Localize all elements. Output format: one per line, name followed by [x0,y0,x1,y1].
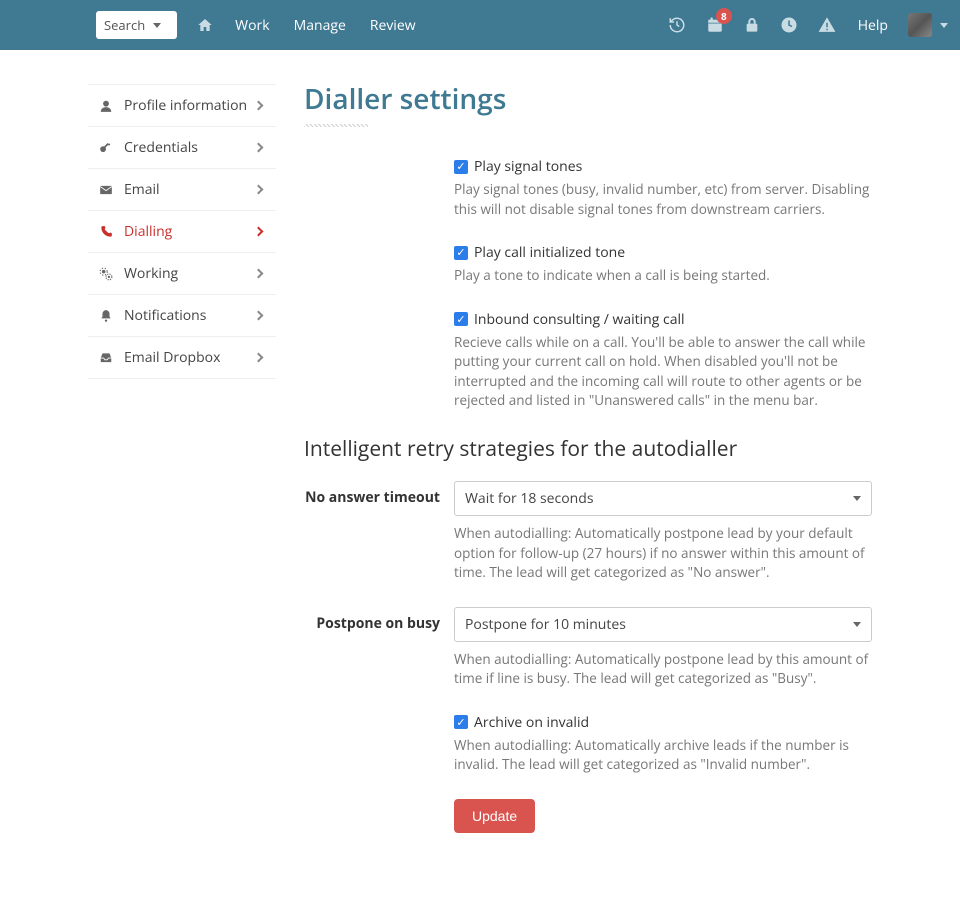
home-icon[interactable] [187,17,223,33]
chevron-right-icon [254,101,264,111]
sidebar-item-label: Email [124,180,160,199]
envelope-icon [98,183,114,197]
initialized-tone-label: Play call initialized tone [474,243,625,262]
caret-down-icon [153,23,161,28]
chevron-right-icon [254,269,264,279]
section-title: Intelligent retry strategies for the aut… [304,435,872,463]
title-underline [304,124,368,127]
sidebar-item-notifications[interactable]: Notifications [88,295,276,337]
gears-icon [98,267,114,281]
chevron-right-icon [254,353,264,363]
sidebar-item-dialling[interactable]: Dialling [88,211,276,253]
nav-help[interactable]: Help [846,16,900,35]
user-icon [98,99,114,113]
phone-icon [98,225,114,239]
signal-tones-label: Play signal tones [474,157,582,176]
archive-invalid-checkbox[interactable]: ✓ [454,715,468,729]
history-icon[interactable] [658,16,696,34]
sidebar-item-email[interactable]: Email [88,169,276,211]
sidebar-item-label: Profile information [124,96,247,115]
postpone-busy-help: When autodialling: Automatically postpon… [454,650,872,689]
no-answer-label: No answer timeout [304,481,454,583]
calendar-badge: 8 [716,8,732,24]
nav-work[interactable]: Work [223,16,281,35]
lock-icon[interactable] [734,16,770,34]
chevron-right-icon [254,311,264,321]
update-button[interactable]: Update [454,799,535,833]
topnav: Search Work Manage Review 8 Help [0,0,960,50]
archive-invalid-label: Archive on invalid [474,713,589,732]
sidebar-item-label: Dialling [124,222,172,241]
sidebar-item-label: Working [124,264,178,283]
bell-icon [98,309,114,323]
inbox-icon [98,351,114,365]
chevron-right-icon [254,185,264,195]
initialized-tone-checkbox[interactable]: ✓ [454,246,468,260]
chevron-right-icon [254,227,264,237]
sidebar-item-profile[interactable]: Profile information [88,84,276,127]
search-dropdown[interactable]: Search [96,11,177,39]
caret-down-icon [853,622,861,627]
key-icon [98,141,114,155]
main-content: Dialler settings ✓ Play signal tones Pla… [276,50,960,897]
sidebar-item-email-dropbox[interactable]: Email Dropbox [88,337,276,379]
postpone-busy-label: Postpone on busy [304,607,454,689]
inbound-consulting-help: Recieve calls while on a call. You'll be… [454,333,872,411]
chevron-right-icon [254,143,264,153]
topnav-right: 8 Help [658,13,948,37]
avatar-caret-icon[interactable] [940,23,948,28]
nav-review[interactable]: Review [358,16,428,35]
clock-icon[interactable] [770,16,808,34]
postpone-busy-value: Postpone for 10 minutes [465,615,626,634]
warning-icon[interactable] [808,16,846,34]
search-label: Search [104,16,145,34]
signal-tones-help: Play signal tones (busy, invalid number,… [454,180,872,219]
sidebar-item-label: Credentials [124,138,198,157]
inbound-consulting-checkbox[interactable]: ✓ [454,312,468,326]
sidebar-item-working[interactable]: Working [88,253,276,295]
initialized-tone-help: Play a tone to indicate when a call is b… [454,266,872,286]
no-answer-select[interactable]: Wait for 18 seconds [454,481,872,516]
caret-down-icon [853,496,861,501]
postpone-busy-select[interactable]: Postpone for 10 minutes [454,607,872,642]
no-answer-help: When autodialling: Automatically postpon… [454,524,872,583]
sidebar: Profile information Credentials Email [0,50,276,897]
nav-manage[interactable]: Manage [282,16,358,35]
signal-tones-checkbox[interactable]: ✓ [454,160,468,174]
calendar-icon[interactable]: 8 [696,16,734,34]
inbound-consulting-label: Inbound consulting / waiting call [474,310,685,329]
page-title: Dialler settings [304,80,872,118]
sidebar-item-label: Email Dropbox [124,348,220,367]
avatar[interactable] [908,13,932,37]
no-answer-value: Wait for 18 seconds [465,489,594,508]
sidebar-item-label: Notifications [124,306,206,325]
sidebar-item-credentials[interactable]: Credentials [88,127,276,169]
archive-invalid-help: When autodialling: Automatically archive… [454,736,872,775]
